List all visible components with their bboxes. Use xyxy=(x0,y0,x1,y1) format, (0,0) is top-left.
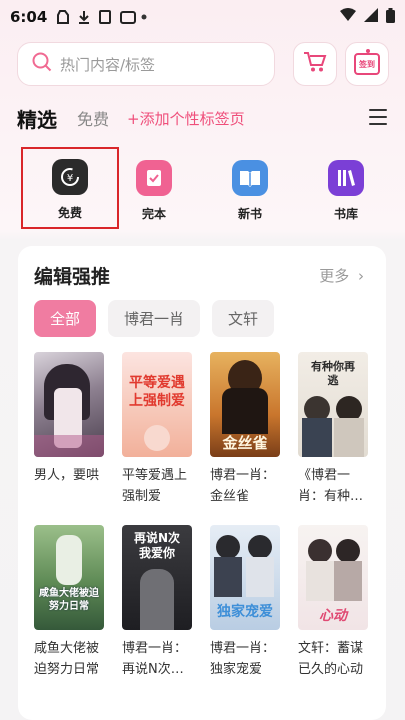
status-time: 6:04 xyxy=(10,8,48,26)
yen-clock-icon: ¥ xyxy=(52,159,88,195)
dot-icon xyxy=(141,10,153,24)
book-title: 咸鱼大佬被迫努力日常 xyxy=(34,641,100,677)
search-placeholder: 热门内容/标签 xyxy=(60,55,156,74)
book-card[interactable]: 咸鱼大佬被迫努力日常 咸鱼大佬被迫努力日常 xyxy=(34,525,104,680)
status-bar: 6:04 xyxy=(0,0,405,34)
book-cover: 心动 xyxy=(298,525,368,630)
search-icon xyxy=(32,52,52,76)
search-input[interactable]: 热门内容/标签 xyxy=(17,42,275,86)
book-cover-text: 金丝雀 xyxy=(222,434,268,452)
check-book-icon xyxy=(136,160,172,196)
quick-entry-free[interactable]: ¥ 免费 xyxy=(21,147,119,229)
quick-entry-new[interactable]: 新书 xyxy=(215,150,285,228)
book-cover: 咸鱼大佬被迫努力日常 xyxy=(34,525,104,630)
svg-text:¥: ¥ xyxy=(67,173,73,184)
section-title: 编辑强推 xyxy=(34,266,111,288)
quick-entries: ¥ 免费 完本 新书 书库 xyxy=(0,147,405,230)
book-cover-text: 咸鱼大佬被迫努力日常 xyxy=(39,588,99,612)
book-cover xyxy=(34,352,104,457)
chevron-right-icon: › xyxy=(358,267,364,285)
quick-entry-label: 新书 xyxy=(237,207,262,221)
system-icons xyxy=(340,7,395,27)
book-card[interactable]: 独家宠爱 博君一肖：独家宠爱 xyxy=(210,525,280,680)
sign-in-icon: 签到 xyxy=(354,49,380,75)
book-cover-text: 有种你再逃 xyxy=(311,360,355,387)
sign-in-label: 签到 xyxy=(359,59,375,69)
book-card[interactable]: 心动 文轩：蓄谋已久的心动 xyxy=(298,525,368,680)
book-title: 博君一肖：金丝雀 xyxy=(210,468,276,504)
filter-chips: 全部 博君一肖 文轩 xyxy=(34,300,274,337)
book-cover: 金丝雀 xyxy=(210,352,280,457)
library-icon xyxy=(328,160,364,196)
book-title: 男人，要哄 xyxy=(34,468,100,483)
book-card[interactable]: 再说N次我爱你 博君一肖：再说N次… xyxy=(122,525,192,680)
book-card[interactable]: 金丝雀 博君一肖：金丝雀 xyxy=(210,352,280,507)
quick-entry-label: 书库 xyxy=(333,207,358,221)
book-cover: 再说N次我爱你 xyxy=(122,525,192,630)
app-notification-icon xyxy=(57,10,70,24)
a-notification-icon xyxy=(99,10,112,24)
book-title: 平等爱遇上强制爱 xyxy=(122,468,188,504)
more-link[interactable]: 更多 › xyxy=(319,265,364,286)
notification-icons xyxy=(57,10,153,24)
more-label: 更多 xyxy=(319,267,350,285)
book-title: 博君一肖：再说N次… xyxy=(122,641,188,677)
book-cover: 有种你再逃 xyxy=(298,352,368,457)
battery-icon xyxy=(386,7,395,27)
open-book-icon xyxy=(232,160,268,196)
sign-in-button[interactable]: 签到 xyxy=(345,42,389,86)
category-tabs: 精选 免费 +添加个性标签页 xyxy=(0,100,405,136)
cart-icon xyxy=(303,51,327,77)
quick-entry-library[interactable]: 书库 xyxy=(311,150,381,228)
book-cover-text: 心动 xyxy=(319,608,347,624)
download-icon xyxy=(78,10,90,24)
editor-picks-panel: 编辑强推 更多 › 全部 博君一肖 文轩 男人，要哄 平等爱遇上强制爱 平等爱遇… xyxy=(18,246,386,720)
signal-icon xyxy=(364,8,378,26)
book-cover: 平等爱遇上强制爱 xyxy=(122,352,192,457)
book-cover-text: 再说N次我爱你 xyxy=(133,531,181,560)
cart-button[interactable] xyxy=(293,42,337,86)
tab-featured[interactable]: 精选 xyxy=(17,104,57,133)
book-title: 《博君一肖：有种… xyxy=(298,468,364,504)
book-title: 文轩：蓄谋已久的心动 xyxy=(298,641,364,677)
quick-entry-label: 完本 xyxy=(141,207,166,221)
book-cover-text: 独家宠爱 xyxy=(217,604,273,620)
add-tag-button[interactable]: +添加个性标签页 xyxy=(127,108,245,129)
wifi-icon xyxy=(340,8,356,26)
quick-entry-completed[interactable]: 完本 xyxy=(119,150,189,228)
search-row: 热门内容/标签 签到 xyxy=(0,42,405,88)
menu-icon[interactable] xyxy=(369,109,387,125)
quick-entry-label: 免费 xyxy=(57,206,82,220)
book-title: 博君一肖：独家宠爱 xyxy=(210,641,276,677)
tab-free[interactable]: 免费 xyxy=(77,106,109,130)
chip-wenxuan[interactable]: 文轩 xyxy=(212,300,274,337)
book-card[interactable]: 男人，要哄 xyxy=(34,352,104,507)
calendar-icon xyxy=(120,10,137,24)
chip-bojun[interactable]: 博君一肖 xyxy=(108,300,200,337)
book-cover: 独家宠爱 xyxy=(210,525,280,630)
book-cover-text: 平等爱遇上强制爱 xyxy=(129,375,185,409)
chip-all[interactable]: 全部 xyxy=(34,300,96,337)
book-card[interactable]: 有种你再逃 《博君一肖：有种… xyxy=(298,352,368,507)
book-card[interactable]: 平等爱遇上强制爱 平等爱遇上强制爱 xyxy=(122,352,192,507)
